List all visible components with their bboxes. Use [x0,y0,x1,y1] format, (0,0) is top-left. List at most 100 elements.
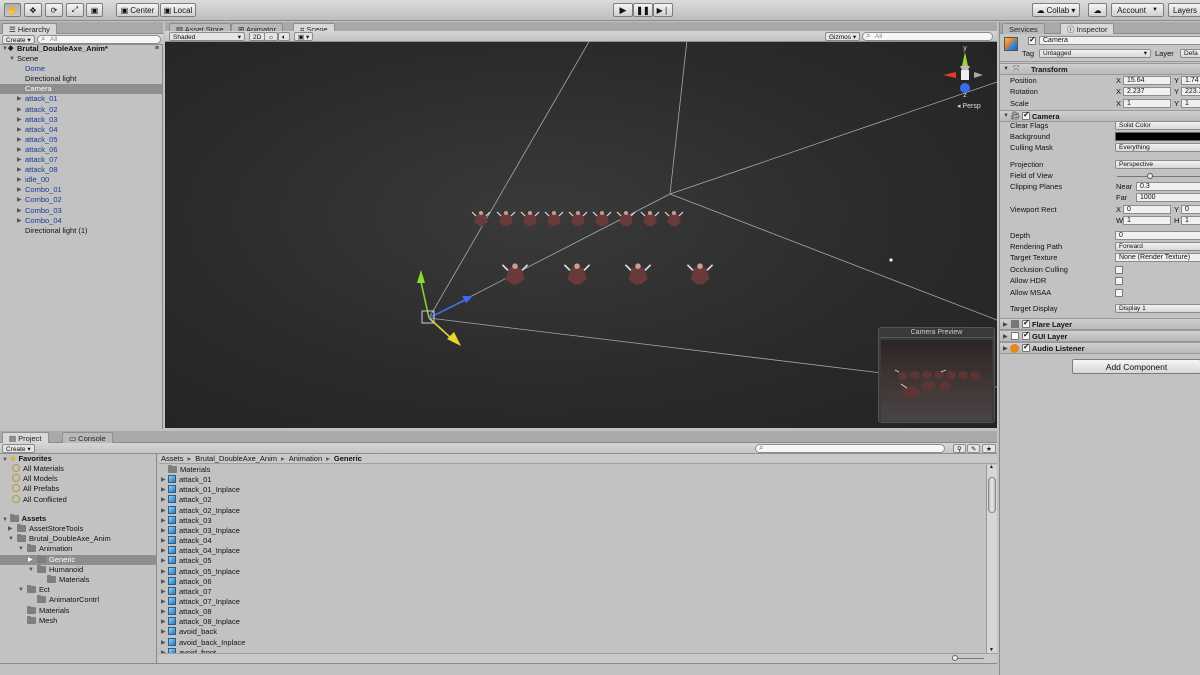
tab-console[interactable]: ▭ Console [62,432,113,443]
audio-listener-header[interactable]: ▶ Audio Listener [1000,342,1200,354]
asset-file-row[interactable]: ▶ attack_02_Inplace [159,505,985,516]
asset-file-row[interactable]: ▶ attack_08 [159,607,985,617]
asset-file-row[interactable]: ▶ attack_08_Inplace [159,617,985,627]
asset-file-row[interactable]: ▶ attack_05_Inplace [159,566,985,577]
camera-enabled-checkbox[interactable] [1022,110,1030,120]
hierarchy-item[interactable]: ▶ Combo_03 [0,206,163,216]
character-model[interactable] [664,211,684,226]
tag-dropdown[interactable]: Untagged ▾ [1039,49,1151,58]
character-model[interactable] [592,211,612,226]
expand-arrow-icon[interactable]: ▶ [161,556,166,566]
expand-arrow-icon[interactable]: ▶ [161,567,166,577]
character-model[interactable] [544,211,564,226]
asset-tree-item[interactable]: ▼ Ect [0,585,157,595]
character-model[interactable] [501,263,529,285]
expand-arrow-icon[interactable]: ▶ [161,475,166,485]
gizmos-dropdown[interactable]: Gizmos ▾ [825,32,861,41]
asset-file-row[interactable]: Materials [159,465,985,475]
hierarchy-item[interactable]: ▶ attack_05 [0,135,163,145]
expand-arrow-icon[interactable]: ▶ [17,206,22,216]
hierarchy-item[interactable]: ▶ attack_02 [0,105,163,115]
play-button[interactable]: ▶ [613,3,633,17]
expand-arrow-icon[interactable]: ▼ [2,457,10,463]
layers-dropdown[interactable]: Layers [1168,3,1200,17]
transform-scale-y-field[interactable]: 1 [1181,98,1200,108]
hierarchy-search-input[interactable]: All [37,35,161,44]
pause-button[interactable]: ❚❚ [633,3,653,17]
audio-listener-checkbox[interactable] [1022,342,1030,352]
step-button[interactable]: ▶❘ [653,3,673,17]
expand-arrow-icon[interactable]: ▶ [17,216,22,226]
hierarchy-item[interactable]: ▶ attack_08 [0,165,163,175]
target-texture-field[interactable]: None (Render Texture) [1115,253,1200,262]
asset-tree-item[interactable]: ▼ Humanoid [0,564,157,575]
character-model[interactable] [568,211,588,226]
expand-arrow-icon[interactable]: ▶ [161,577,166,587]
mode-2d-toggle[interactable]: 2D [249,32,266,41]
expand-arrow-icon[interactable]: ▼ [9,54,15,64]
hierarchy-item[interactable]: Camera [0,84,163,95]
favorite-item[interactable]: All Materials [12,464,64,474]
assets-header[interactable]: ▼ Assets [2,514,46,524]
asset-file-row[interactable]: ▶ attack_04_Inplace [159,546,985,556]
expand-arrow-icon[interactable]: ▶ [28,555,33,565]
expand-arrow-icon[interactable]: ▼ [28,565,34,575]
asset-file-row[interactable]: ▶ attack_01 [159,475,985,485]
fold-arrow-icon[interactable]: ▶ [1003,345,1008,352]
expand-arrow-icon[interactable]: ▼ [8,534,14,544]
project-search-input[interactable] [755,444,945,453]
tab-services[interactable]: Services [1002,23,1045,34]
file-list-scrollbar[interactable]: ▲ ▼ [986,464,997,653]
asset-file-row[interactable]: ▶ attack_03 [159,515,985,526]
transform-scale-x-field[interactable]: 1 [1123,98,1171,108]
hierarchy-item[interactable]: ▼ Scene [0,54,163,64]
expand-arrow-icon[interactable]: ▶ [17,195,22,205]
viewport-w-field[interactable]: 1 [1123,216,1171,225]
asset-file-row[interactable]: ▶ attack_04 [159,536,985,546]
gui-layer-header[interactable]: ▶ GUI Layer [1000,330,1200,342]
tab-inspector[interactable]: ⓘ Inspector [1060,23,1115,34]
transform-position-y-field[interactable]: 1.74 [1181,76,1200,85]
asset-tree-item[interactable]: Materials [0,605,157,616]
breadcrumb-item[interactable]: Brutal_DoubleAxe_Anim [195,454,277,463]
breadcrumb-item[interactable]: Animation [289,454,322,463]
flare-layer-checkbox[interactable] [1022,318,1030,328]
expand-arrow-icon[interactable]: ▶ [161,516,166,526]
asset-file-row[interactable]: ▶ attack_06 [159,576,985,587]
rotate-tool-button[interactable]: ⟳ [45,3,63,17]
asset-file-row[interactable]: ▶ avoid_back [159,627,985,637]
allow-hdr-checkbox[interactable] [1115,277,1123,285]
viewport-h-field[interactable]: 1 [1181,216,1200,225]
asset-tree-item[interactable]: ▼ Brutal_DoubleAxe_Anim [0,534,157,544]
hierarchy-item[interactable]: Directional light (1) [0,226,163,236]
object-active-checkbox[interactable] [1028,35,1036,45]
cloud-button[interactable]: ☁ [1088,3,1107,17]
add-component-button[interactable]: Add Component [1072,359,1200,374]
space-local-button[interactable]: ▣ Local [160,3,196,17]
y-axis-handle[interactable] [417,270,425,283]
expand-arrow-icon[interactable]: ▶ [17,125,22,135]
breadcrumb-item[interactable]: Assets [161,454,184,463]
tab-project[interactable]: ▤ Project [2,432,49,443]
rect-tool-button[interactable]: ▣ [86,3,103,17]
expand-arrow-icon[interactable]: ▶ [17,155,22,165]
hierarchy-item[interactable]: Dome [0,64,163,74]
near-field[interactable]: 0.3 [1136,182,1200,191]
fov-slider-track[interactable] [1117,176,1200,177]
asset-file-row[interactable]: ▶ attack_02 [159,495,985,505]
fold-arrow-icon[interactable]: ▶ [1003,321,1008,328]
hierarchy-item[interactable]: ▶ attack_04 [0,125,163,135]
transform-position-x-field[interactable]: 15.64 [1123,76,1171,85]
lighting-toggle[interactable]: ☼ [264,32,278,41]
expand-arrow-icon[interactable]: ▶ [161,506,166,516]
scroll-up-icon[interactable]: ▲ [989,464,994,470]
fold-arrow-icon[interactable]: ▼ [1003,113,1009,119]
transform-header[interactable]: ▼ ⤧ Transform [1000,63,1200,75]
culling-mask-dropdown[interactable]: Everything [1115,143,1200,152]
account-dropdown[interactable]: Account ▼ [1111,3,1164,17]
hierarchy-item[interactable]: ▶ attack_06 [0,145,163,155]
character-model[interactable] [640,211,660,226]
hierarchy-item[interactable]: ▶ attack_03 [0,115,163,125]
scene-root-row[interactable]: ▼ ◈ Brutal_DoubleAxe_Anim* ≡ [0,44,163,54]
viewport-y-field[interactable]: 0 [1181,205,1200,214]
